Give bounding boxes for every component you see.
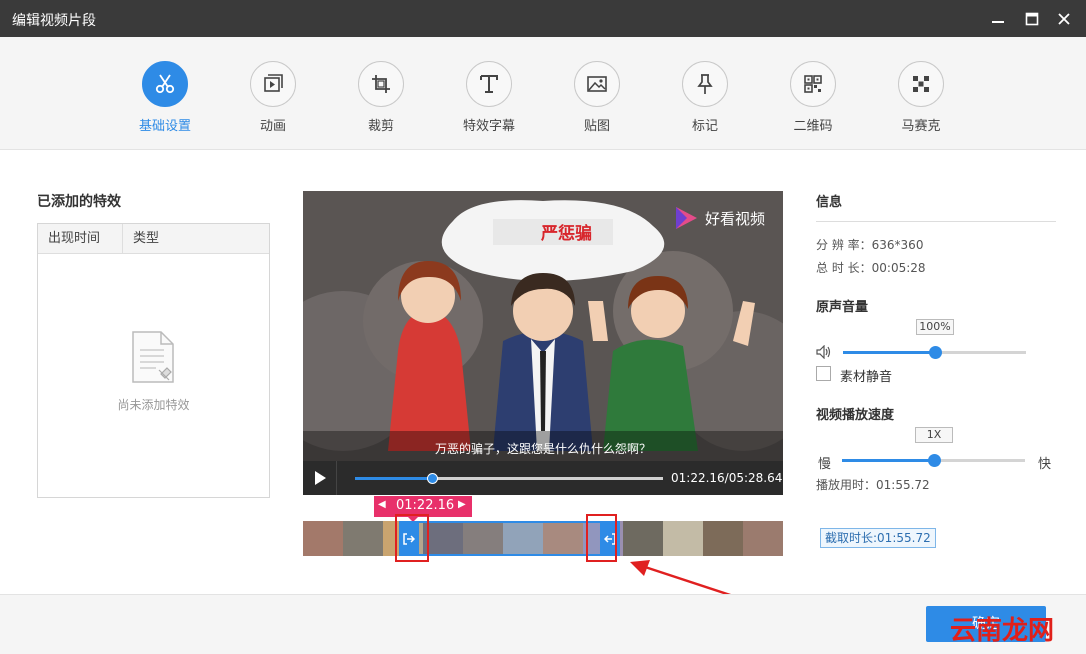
info-divider: [816, 221, 1056, 222]
tool-label: 裁剪: [367, 119, 394, 134]
play-time-row: 播放用时：01:55.72: [816, 476, 930, 493]
speed-slider[interactable]: [842, 454, 1025, 467]
effect-toolbar: 基础设置 动画 裁剪 特效字幕 贴图 标记 二维码 马赛克: [0, 37, 1086, 150]
play-time-value: 01:55.72: [876, 478, 930, 492]
speed-fast-label: 快: [1038, 457, 1052, 472]
tool-label: 贴图: [583, 119, 610, 134]
play-button[interactable]: [303, 461, 337, 495]
video-watermark-text: 好看视频: [705, 209, 766, 228]
tool-text-effects[interactable]: 特效字幕: [449, 61, 529, 134]
pin-icon: [682, 61, 728, 107]
tool-crop[interactable]: 裁剪: [341, 61, 421, 134]
resolution-value: 636*360: [871, 238, 924, 252]
speed-slow-label: 慢: [818, 457, 832, 472]
animation-icon: [250, 61, 296, 107]
maximize-button[interactable]: [1021, 8, 1043, 30]
time-increase-button[interactable]: ▶: [458, 499, 466, 510]
video-controls: 01:22.16/05:28.64: [303, 461, 783, 495]
column-header-time: 出现时间: [38, 224, 123, 253]
clip-duration-badge: 截取时长:01:55.72: [820, 528, 936, 548]
tool-label: 马赛克: [901, 119, 941, 134]
speed-fill: [842, 459, 934, 462]
play-logo-icon: [676, 207, 697, 229]
trim-start-time: 01:22.16: [396, 498, 455, 513]
text-icon: [466, 61, 512, 107]
info-title: 信息: [816, 195, 843, 210]
duration-row: 总 时 长：00:05:28: [816, 259, 926, 276]
resolution-row: 分 辨 率：636*360: [816, 236, 923, 253]
play-icon: [314, 471, 326, 485]
annotation-box-start: [395, 514, 429, 562]
time-display: 01:22.16/05:28.64: [671, 471, 783, 485]
annotation-box-end: [586, 514, 617, 562]
tool-label: 标记: [691, 119, 718, 134]
volume-knob[interactable]: [928, 346, 942, 359]
tool-label: 基础设置: [138, 119, 191, 134]
column-header-type: 类型: [133, 231, 160, 246]
window-title: 编辑视频片段: [12, 13, 96, 29]
tool-basic-settings[interactable]: 基础设置: [125, 61, 205, 134]
trim-selection: [409, 521, 610, 556]
bottom-bar: 确定: [0, 594, 1086, 654]
tool-sticker[interactable]: 贴图: [557, 61, 637, 134]
effects-table-header: 出现时间 类型: [38, 224, 269, 254]
maximize-icon: [1025, 12, 1039, 26]
video-preview[interactable]: 严惩骗 好看视频 万恶的骗子，这跟您是什么仇什么怨啊？: [303, 191, 783, 461]
video-banner-text: 严惩骗: [541, 224, 592, 244]
video-subtitle: 万恶的骗子，这跟您是什么仇什么怨啊？: [434, 442, 651, 456]
duration-label: 总 时 长：: [816, 261, 872, 275]
mosaic-icon: [898, 61, 944, 107]
close-button[interactable]: [1053, 8, 1075, 30]
qrcode-icon: [790, 61, 836, 107]
video-watermark-logo: 好看视频: [673, 205, 765, 231]
progress-knob[interactable]: [426, 473, 438, 484]
crop-icon: [358, 61, 404, 107]
volume-slider[interactable]: [843, 346, 1026, 359]
mute-label: 素材静音: [840, 370, 893, 385]
speaker-icon: [816, 345, 831, 359]
image-icon: [574, 61, 620, 107]
time-decrease-button[interactable]: ◀: [378, 499, 386, 510]
volume-value-bubble: 100%: [916, 319, 954, 335]
volume-title: 原声音量: [816, 300, 869, 315]
tool-label: 动画: [259, 119, 286, 134]
clip-duration-text: 截取时长:01:55.72: [825, 531, 931, 545]
tool-animation[interactable]: 动画: [233, 61, 313, 134]
minimize-button[interactable]: [987, 8, 1009, 30]
volume-fill: [843, 351, 935, 354]
progress-fill: [355, 477, 432, 480]
minimize-icon: [992, 21, 1004, 23]
tool-marker[interactable]: 标记: [665, 61, 745, 134]
effects-panel-title: 已添加的特效: [37, 194, 121, 210]
title-bar: 编辑视频片段: [0, 0, 1086, 37]
play-time-label: 播放用时：: [816, 478, 877, 492]
tool-label: 二维码: [793, 119, 833, 134]
duration-value: 00:05:28: [871, 261, 926, 275]
progress-track[interactable]: [355, 473, 663, 484]
timeline-strip[interactable]: [303, 521, 783, 556]
speed-knob[interactable]: [927, 454, 941, 467]
site-watermark: 云南龙网: [950, 616, 1055, 646]
speed-value-bubble: 1X: [915, 427, 953, 443]
resolution-label: 分 辨 率：: [816, 238, 872, 252]
mute-checkbox[interactable]: [816, 366, 831, 381]
effects-table: 出现时间 类型 尚未添加特效: [37, 223, 270, 498]
speed-title: 视频播放速度: [816, 408, 895, 423]
tool-qrcode[interactable]: 二维码: [773, 61, 853, 134]
empty-state-text: 尚未添加特效: [117, 398, 190, 412]
tool-label: 特效字幕: [462, 119, 515, 134]
close-icon: [1058, 13, 1070, 25]
empty-document-icon: [131, 330, 177, 388]
tool-mosaic[interactable]: 马赛克: [881, 61, 961, 134]
scissors-icon: [142, 61, 188, 107]
